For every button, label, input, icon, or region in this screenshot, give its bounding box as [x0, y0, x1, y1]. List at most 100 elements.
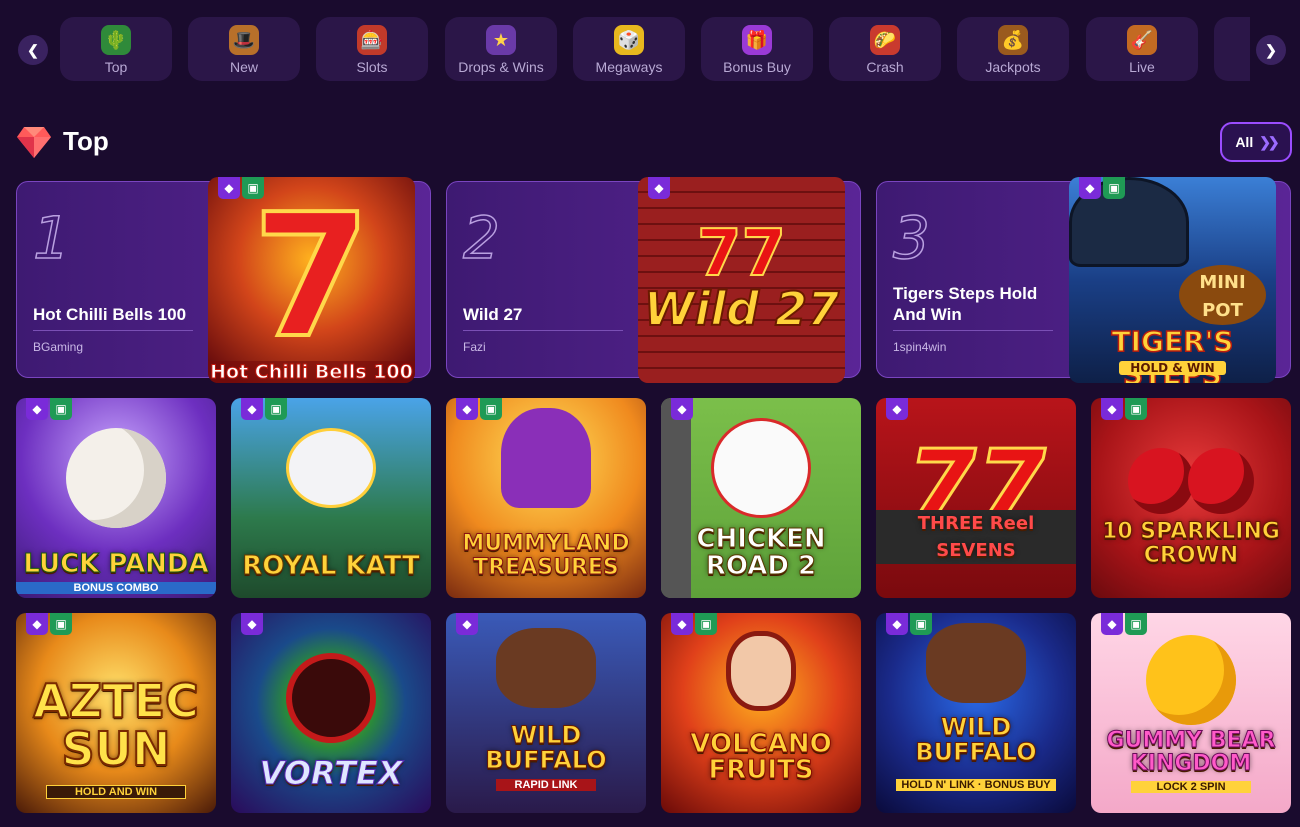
diamond-badge-icon: ◆ — [456, 613, 478, 635]
game-title: 10 SPARKLING CROWN — [1102, 519, 1281, 568]
buffalo-art — [926, 623, 1026, 703]
category-label: Bonus Buy — [723, 59, 791, 75]
game-tile[interactable]: ◆ ▣ ROYAL KATT — [231, 398, 431, 598]
crash-icon: 🌮 — [870, 25, 900, 55]
cactus-icon: 🌵 — [101, 25, 131, 55]
game-badges: ◆ ▣ — [456, 398, 502, 420]
seven-symbol: 7 — [250, 178, 372, 376]
game-tile[interactable]: ◆ ▣ LUCK PANDA BONUS COMBO — [16, 398, 216, 598]
game-title: WILD BUFFALO — [915, 713, 1037, 766]
diamond-badge-icon: ◆ — [648, 177, 670, 199]
gift-box-icon: 🎁 — [742, 25, 772, 55]
top-game-thumb-2[interactable]: ◆ 77 Wild 27 — [638, 177, 845, 383]
rank-number: 1 — [32, 203, 70, 273]
sombrero-icon: 🎩 — [229, 25, 259, 55]
diamond-badge-icon: ◆ — [26, 398, 48, 420]
game-name: Hot Chilli Bells 100 — [33, 305, 187, 324]
cherry-art — [1188, 448, 1254, 514]
diamond-badge-icon: ◆ — [671, 613, 693, 635]
slot-machine-icon: 🎰 — [357, 25, 387, 55]
category-bar: ❮ 🌵 Top 🎩 New 🎰 Slots ★ Drops & Wins 🎲 M… — [0, 0, 1300, 100]
game-badges: ◆ ▣ — [671, 613, 717, 635]
category-megaways[interactable]: 🎲 Megaways — [573, 17, 685, 81]
gift-badge-icon: ▣ — [1125, 613, 1147, 635]
gift-badge-icon: ▣ — [265, 398, 287, 420]
diamond-icon — [17, 127, 51, 158]
game-tile[interactable]: ◆ 77 THREE Reel SEVENS — [876, 398, 1076, 598]
top-game-thumb-3[interactable]: ◆ ▣ MINI POT TIGER'S STEPS HOLD & WIN — [1069, 177, 1276, 383]
game-badges: ◆ ▣ — [26, 398, 72, 420]
divider — [33, 330, 193, 331]
diamond-badge-icon: ◆ — [241, 398, 263, 420]
gift-badge-icon: ▣ — [1125, 398, 1147, 420]
rank-number: 2 — [462, 203, 500, 273]
diamond-badge-icon: ◆ — [1079, 177, 1101, 199]
game-name: Wild 27 — [463, 305, 523, 324]
gift-badge-icon: ▣ — [480, 398, 502, 420]
game-tile[interactable]: ◆ VORTEX — [231, 613, 431, 813]
scroll-right-button[interactable]: ❯ — [1256, 35, 1286, 65]
game-title: AZTEC SUN — [32, 674, 200, 776]
game-tile[interactable]: ◆ ▣ GUMMY BEAR KINGDOM LOCK 2 SPIN — [1091, 613, 1291, 813]
category-slots[interactable]: 🎰 Slots — [316, 17, 428, 81]
category-crash[interactable]: 🌮 Crash — [829, 17, 941, 81]
game-badges: ◆ — [241, 613, 263, 635]
top-game-thumb-1[interactable]: ◆ ▣ 7 Hot Chilli Bells 100 — [208, 177, 415, 383]
game-badges: ◆ — [648, 177, 670, 199]
buffalo-art — [496, 628, 596, 708]
drops-wins-icon: ★ — [486, 25, 516, 55]
view-all-label: All — [1235, 134, 1254, 150]
vortex-art — [286, 653, 376, 743]
thumb-title: Hot Chilli Bells 100 — [208, 361, 415, 383]
diamond-badge-icon: ◆ — [218, 177, 240, 199]
diamond-badge-icon: ◆ — [1101, 398, 1123, 420]
diamond-badge-icon: ◆ — [1101, 613, 1123, 635]
game-title: THREE Reel SEVENS — [876, 510, 1076, 564]
game-badges: ◆ ▣ — [1101, 613, 1147, 635]
divider — [893, 330, 1053, 331]
game-badges: ◆ ▣ — [218, 177, 264, 199]
category-top[interactable]: 🌵 Top — [60, 17, 172, 81]
game-tile[interactable]: ◆ ▣ AZTEC SUN HOLD AND WIN — [16, 613, 216, 813]
game-tile[interactable]: ◆ ▣ MUMMYLAND TREASURES — [446, 398, 646, 598]
gift-badge-icon: ▣ — [50, 613, 72, 635]
cat-art — [286, 428, 376, 508]
sevens-symbol: 77 — [696, 216, 787, 292]
thumb-title: Wild 27 — [643, 281, 840, 337]
category-live[interactable]: 🎸 Live — [1086, 17, 1198, 81]
gift-badge-icon: ▣ — [242, 177, 264, 199]
game-title: GUMMY BEAR KINGDOM — [1106, 728, 1276, 776]
treasure-chest-icon: 💰 — [998, 25, 1028, 55]
category-partial[interactable] — [1214, 17, 1250, 81]
game-title: ROYAL KATT — [242, 551, 421, 581]
diamond-badge-icon: ◆ — [886, 398, 908, 420]
devil-woman-art — [726, 631, 796, 711]
game-title: CHICKEN ROAD 2 — [696, 524, 826, 581]
category-label: Top — [104, 59, 128, 75]
category-new[interactable]: 🎩 New — [188, 17, 300, 81]
category-bonus-buy[interactable]: 🎁 Bonus Buy — [701, 17, 813, 81]
game-tile[interactable]: ◆ WILD BUFFALO RAPID LINK — [446, 613, 646, 813]
provider-name: BGaming — [33, 340, 84, 354]
game-title: VORTEX — [259, 754, 403, 792]
section-title: Top — [63, 126, 109, 156]
game-tile[interactable]: ◆ ▣ 10 SPARKLING CROWN — [1091, 398, 1291, 598]
dice-icon: 🎲 — [614, 25, 644, 55]
category-label: Megaways — [595, 59, 663, 75]
game-tile[interactable]: ◆ ▣ VOLCANO FRUITS — [661, 613, 861, 813]
game-subtitle: RAPID LINK — [496, 779, 596, 791]
category-label: Drops & Wins — [458, 59, 544, 75]
gift-badge-icon: ▣ — [910, 613, 932, 635]
game-tile[interactable]: ◆ CHICKEN ROAD 2 — [661, 398, 861, 598]
category-drops-wins[interactable]: ★ Drops & Wins — [445, 17, 557, 81]
cherry-art — [1128, 448, 1194, 514]
game-subtitle: HOLD AND WIN — [46, 785, 186, 799]
diamond-badge-icon: ◆ — [671, 398, 693, 420]
category-jackpots[interactable]: 💰 Jackpots — [957, 17, 1069, 81]
view-all-button[interactable]: All ❯❯ — [1220, 122, 1292, 162]
category-label: Crash — [866, 59, 904, 75]
game-tile[interactable]: ◆ ▣ WILD BUFFALO HOLD N' LINK · BONUS BU… — [876, 613, 1076, 813]
game-badges: ◆ ▣ — [241, 398, 287, 420]
scroll-left-button[interactable]: ❮ — [18, 35, 48, 65]
game-badges: ◆ ▣ — [886, 613, 932, 635]
